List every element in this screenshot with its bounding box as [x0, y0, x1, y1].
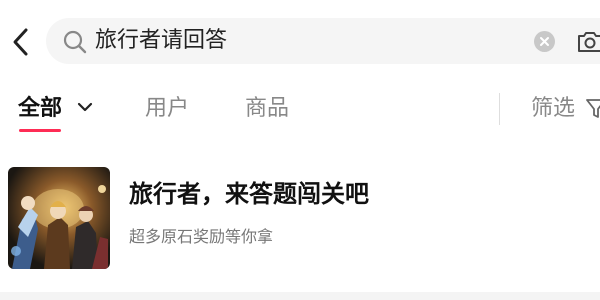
result-title: 旅行者，来答题闯关吧 [129, 180, 369, 208]
tab-all[interactable]: 全部 [18, 92, 62, 126]
search-icon [63, 30, 87, 54]
game-artwork-thumbnail [8, 167, 110, 269]
search-results-screen: 旅行者请回答 全部 用户 商品 筛选 旅行者，来答题闯关吧 超多原石奖励等你拿 [0, 0, 600, 300]
back-button[interactable] [8, 24, 38, 60]
search-result-card[interactable]: 旅行者，来答题闯关吧 超多原石奖励等你拿 [0, 150, 600, 290]
tab-divider [499, 93, 500, 125]
result-subtitle: 超多原石奖励等你拿 [129, 227, 274, 246]
active-tab-indicator [19, 129, 61, 132]
tab-users[interactable]: 用户 [145, 92, 189, 126]
search-input[interactable]: 旅行者请回答 [95, 27, 227, 55]
clear-search-button[interactable] [534, 31, 555, 52]
back-chevron-icon [13, 28, 28, 56]
tab-goods[interactable]: 商品 [245, 92, 289, 126]
filter-icon[interactable] [585, 97, 600, 121]
section-divider [0, 292, 600, 300]
search-bar[interactable]: 旅行者请回答 [46, 18, 600, 64]
filter-button[interactable]: 筛选 [531, 92, 575, 126]
camera-search-button[interactable] [576, 28, 600, 54]
camera-icon [578, 32, 600, 52]
clear-icon [540, 37, 549, 46]
chevron-down-icon[interactable] [76, 100, 94, 114]
